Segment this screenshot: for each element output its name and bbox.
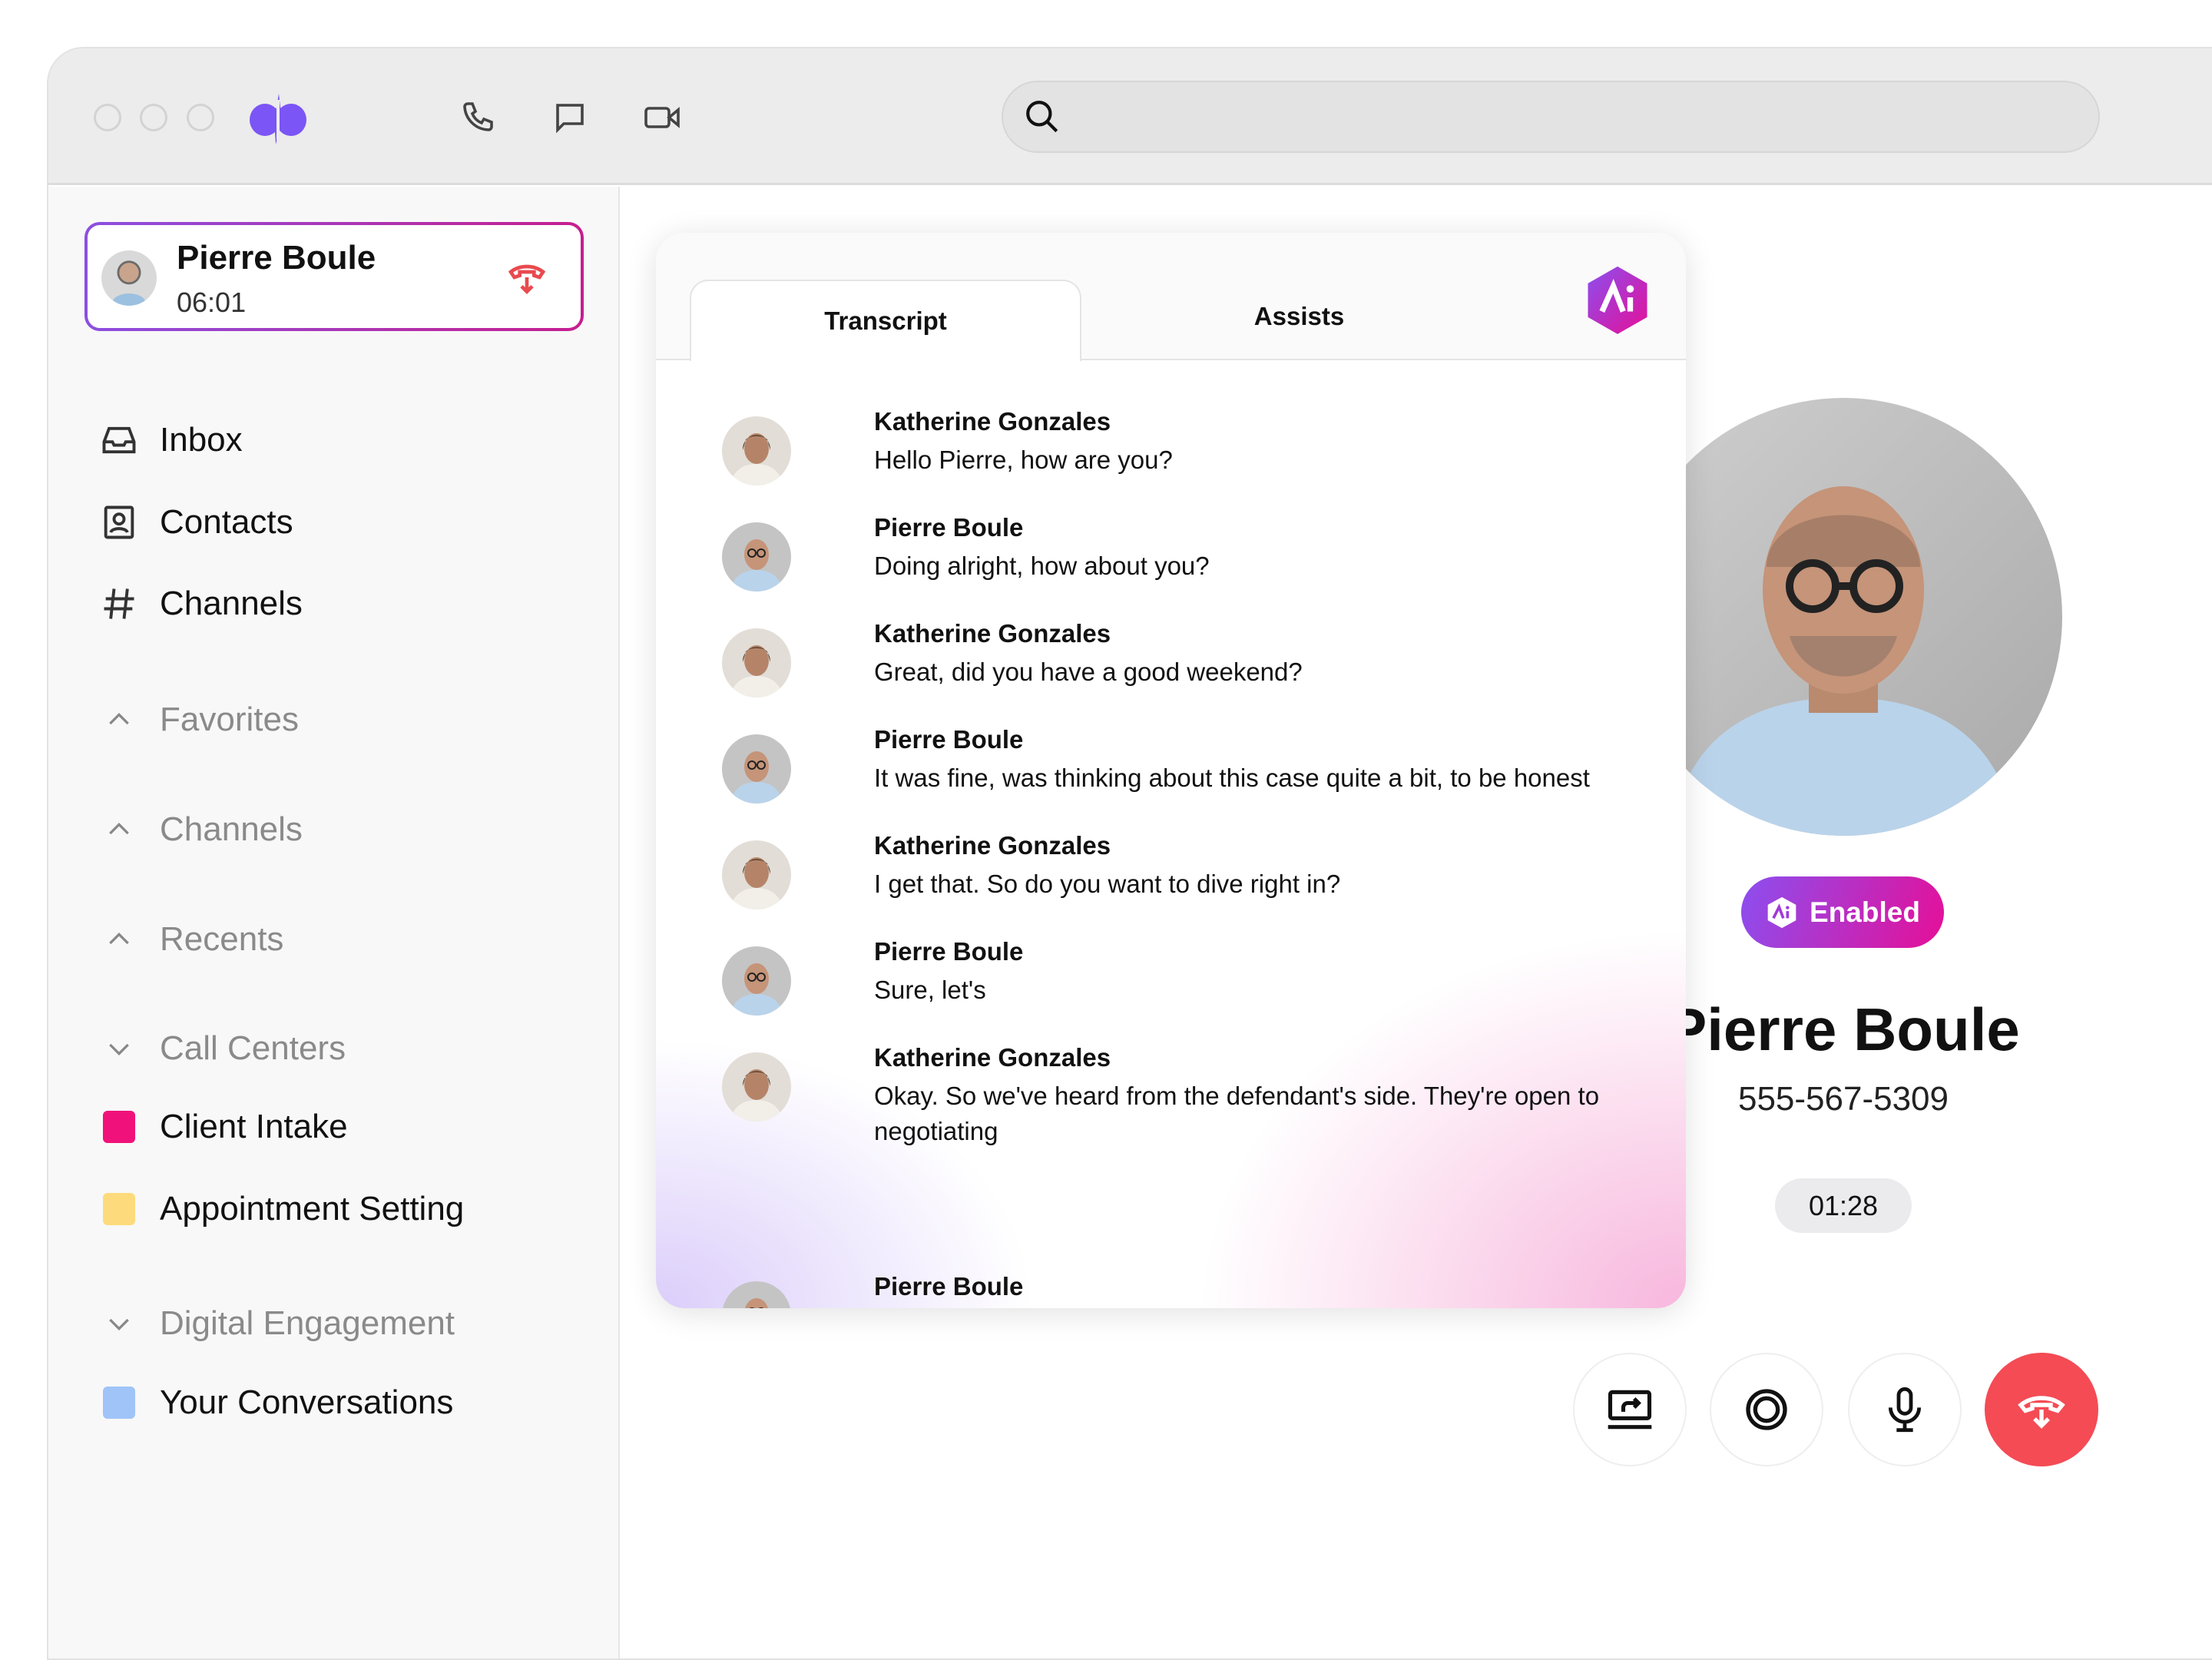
end-call-button[interactable] (1985, 1353, 2098, 1466)
window-close-button[interactable] (94, 104, 121, 131)
tab-assists[interactable]: Assists (1117, 276, 1482, 357)
section-label: Channels (160, 810, 303, 848)
chevron-up-icon (96, 924, 142, 955)
speaker-avatar (722, 734, 791, 803)
chevron-up-icon (96, 814, 142, 845)
speaker-avatar (722, 1052, 791, 1122)
chevron-down-icon (96, 1033, 142, 1064)
speaker-avatar (722, 1281, 791, 1308)
color-swatch (103, 1111, 135, 1143)
hangup-icon (2018, 1396, 2065, 1429)
sidebar-item-label: Contacts (160, 503, 293, 541)
ai-enabled-badge[interactable]: Enabled (1741, 876, 1944, 948)
speaker-name: Katherine Gonzales (874, 619, 1111, 648)
sidebar-item-label: Client Intake (160, 1108, 348, 1145)
sidebar-item-label: Appointment Setting (160, 1190, 465, 1228)
share-screen-button[interactable] (1573, 1353, 1687, 1466)
message-text: No, I don't want to do that. Can we just… (874, 1307, 1642, 1308)
section-label: Favorites (160, 701, 299, 738)
speaker-avatar (722, 628, 791, 697)
hash-icon (96, 584, 142, 624)
search-icon (1022, 96, 1063, 138)
message-text: Doing alright, how about you? (874, 552, 1210, 580)
tab-transcript[interactable]: Transcript (690, 280, 1081, 361)
speaker-name: Pierre Boule (874, 725, 1024, 754)
chevron-down-icon (96, 1308, 142, 1339)
titlebar (48, 48, 2212, 185)
inbox-icon (96, 420, 142, 460)
share-screen-icon (1608, 1390, 1652, 1430)
mute-button[interactable] (1848, 1353, 1962, 1466)
caller-name: Pierre Boule (177, 239, 376, 277)
message-text: Hello Pierre, how are you? (874, 446, 1173, 474)
sidebar: Pierre Boule 06:01 Inbox Contacts Channe… (48, 187, 620, 1658)
color-swatch (103, 1193, 135, 1225)
ai-logo-icon (1767, 896, 1796, 928)
transcript-panel: Transcript Assists Katherine Gonzales He… (656, 233, 1686, 1308)
speaker-name: Katherine Gonzales (874, 1043, 1111, 1072)
panel-tabs: Transcript Assists (656, 233, 1686, 361)
message-text: Great, did you have a good weekend? (874, 658, 1303, 686)
record-icon (1746, 1389, 1787, 1430)
section-label: Call Centers (160, 1029, 346, 1067)
speaker-name: Pierre Boule (874, 937, 1024, 966)
speaker-name: Pierre Boule (874, 513, 1024, 542)
ai-assistant-icon[interactable] (1584, 263, 1651, 334)
speaker-name: Pierre Boule (874, 1272, 1024, 1300)
message-text: It was fine, was thinking about this cas… (874, 764, 1590, 792)
color-swatch (103, 1387, 135, 1419)
speaker-name: Katherine Gonzales (874, 407, 1111, 436)
contacts-icon (96, 502, 142, 542)
speaker-avatar (722, 522, 791, 591)
chat-icon[interactable] (548, 96, 591, 139)
speaker-avatar (722, 416, 791, 485)
chevron-up-icon (96, 704, 142, 735)
message-text: Sure, let's (874, 976, 986, 1004)
microphone-icon (1888, 1387, 1922, 1433)
speaker-avatar (722, 946, 791, 1016)
window-minimize-button[interactable] (140, 104, 167, 131)
call-duration: 06:01 (177, 287, 247, 318)
search-input[interactable] (1002, 81, 2100, 153)
sidebar-item-label: Inbox (160, 421, 243, 459)
video-icon[interactable] (640, 96, 686, 139)
message-text: Okay. So we've heard from the defendant'… (874, 1082, 1600, 1145)
speaker-avatar (722, 840, 791, 910)
section-label: Recents (160, 920, 284, 958)
message-text: I get that. So do you want to dive right… (874, 870, 1341, 898)
sidebar-item-label: Channels (160, 585, 303, 622)
badge-label: Enabled (1810, 896, 1920, 928)
call-timer: 01:28 (1775, 1178, 1912, 1233)
sidebar-item-label: Your Conversations (160, 1383, 454, 1421)
active-call-card[interactable]: Pierre Boule 06:01 (84, 222, 584, 331)
hangup-icon[interactable] (502, 253, 551, 302)
section-label: Digital Engagement (160, 1304, 455, 1342)
speaker-name: Katherine Gonzales (874, 831, 1111, 860)
record-button[interactable] (1710, 1353, 1823, 1466)
caller-avatar (101, 250, 157, 306)
app-logo-icon (247, 88, 311, 150)
phone-icon[interactable] (457, 96, 500, 139)
contact-photo (1624, 398, 2062, 836)
window-maximize-button[interactable] (187, 104, 214, 131)
